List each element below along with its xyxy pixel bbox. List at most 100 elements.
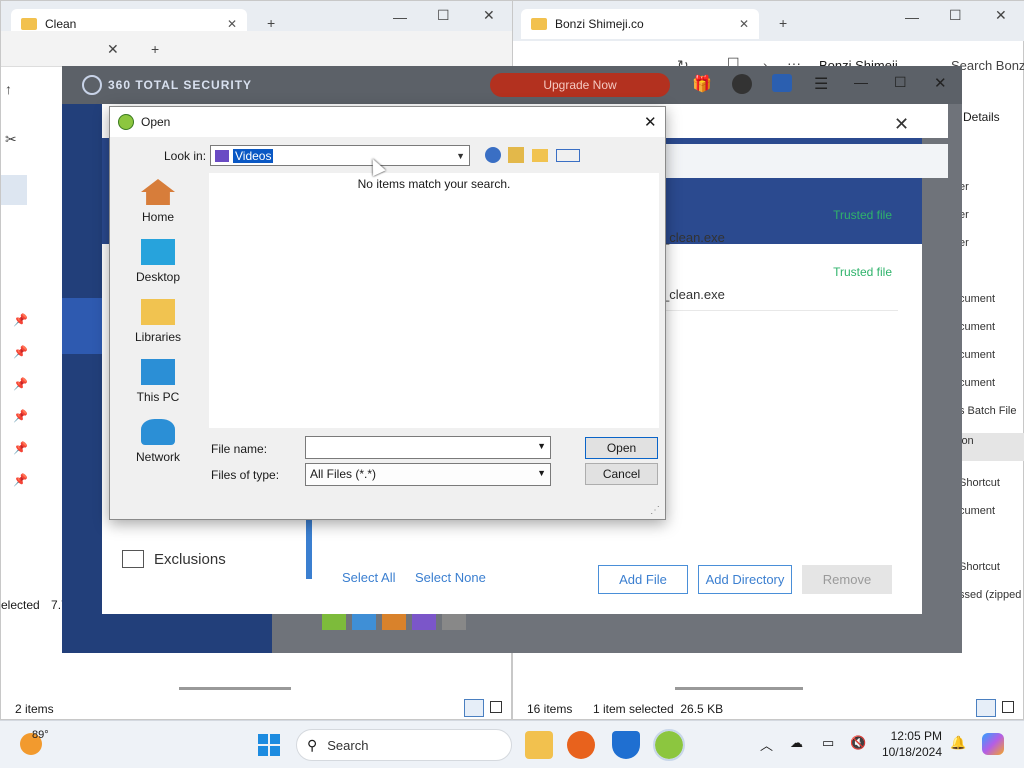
file-list-view[interactable]: No items match your search.	[209, 173, 659, 428]
nav-selected-item[interactable]	[1, 175, 27, 205]
list-item[interactable]: er	[959, 209, 1024, 237]
close-window-icon[interactable]: ✕	[934, 74, 947, 92]
new-tab-icon[interactable]: +	[267, 15, 275, 31]
app-logo-icon	[118, 114, 134, 130]
tray-tool-icon[interactable]	[412, 612, 436, 630]
pin-icon: 📌	[13, 377, 28, 391]
empty-message: No items match your search.	[357, 177, 511, 191]
select-all-link[interactable]: Select All	[342, 570, 395, 585]
upgrade-button[interactable]: Upgrade Now	[490, 73, 670, 97]
view-menu-icon[interactable]	[556, 149, 580, 162]
files-of-type-select[interactable]: All Files (*.*) ▼	[305, 463, 551, 486]
tray-tool-icon[interactable]	[352, 612, 376, 630]
resize-grip-icon[interactable]: ⋰	[650, 505, 660, 516]
file-explorer-icon[interactable]	[525, 731, 553, 759]
bell-icon[interactable]: 🔔	[950, 735, 966, 751]
details-button[interactable]: Details	[963, 110, 1000, 124]
list-item[interactable]: er	[959, 237, 1024, 293]
list-item[interactable]: Shortcut	[959, 477, 1024, 505]
list-item-selected[interactable]: ion	[959, 433, 1024, 461]
chevron-down-icon[interactable]: ▼	[537, 441, 546, 451]
list-item[interactable]: cument	[959, 293, 1024, 321]
tiles-view-icon[interactable]	[490, 701, 502, 713]
look-in-label: Look in:	[164, 149, 207, 163]
cancel-button[interactable]: Cancel	[585, 463, 658, 485]
minimize-icon[interactable]: —	[854, 74, 868, 90]
defender-icon[interactable]	[612, 731, 640, 759]
look-in-value: Videos	[233, 148, 274, 163]
firefox-icon[interactable]	[567, 731, 595, 759]
h-scrollbar[interactable]	[179, 687, 291, 690]
maximize-icon[interactable]: ☐	[894, 74, 907, 91]
close-window-icon[interactable]: ✕	[995, 7, 1007, 24]
close-icon[interactable]: ✕	[644, 113, 657, 131]
close-icon[interactable]: ✕	[894, 114, 909, 135]
tiles-view-icon[interactable]	[1002, 701, 1014, 713]
add-file-button[interactable]: Add File	[598, 565, 688, 594]
list-item[interactable]: ssed (zipped	[959, 589, 1024, 617]
up-arrow-icon[interactable]: ↑	[5, 81, 12, 97]
maximize-icon[interactable]: ☐	[949, 7, 962, 24]
360-security-icon[interactable]	[653, 729, 685, 761]
list-item[interactable]: Shortcut	[959, 561, 1024, 589]
tray-tool-icon[interactable]	[322, 612, 346, 630]
place-this-pc[interactable]: This PC	[122, 359, 194, 404]
file-name-field[interactable]: ▼	[305, 436, 551, 459]
chevron-up-icon[interactable]: ︿	[760, 735, 773, 754]
copilot-icon[interactable]	[982, 733, 1004, 755]
look-in-select[interactable]: Videos ▼	[210, 145, 470, 166]
select-none-link[interactable]: Select None	[415, 570, 486, 585]
gift-icon[interactable]: 🎁	[692, 74, 712, 94]
open-button[interactable]: Open	[585, 437, 658, 459]
cut-icon[interactable]: ✂	[5, 131, 17, 148]
list-item[interactable]: er	[959, 181, 1024, 209]
search-box[interactable]: ⚲ Search	[296, 729, 512, 761]
file-row[interactable]: Trusted file _clean.exe	[662, 208, 898, 248]
sidebar-exclusions[interactable]: Exclusions	[122, 550, 226, 568]
new-tab-icon[interactable]: +	[779, 15, 787, 31]
new-tab-icon[interactable]: +	[151, 41, 159, 57]
file-row[interactable]: Trusted file _clean.exe	[662, 265, 898, 305]
place-desktop[interactable]: Desktop	[122, 239, 194, 284]
cloud-off-icon[interactable]: ☁	[790, 735, 803, 751]
chevron-down-icon[interactable]: ▼	[537, 468, 546, 478]
list-item[interactable]: cument	[959, 505, 1024, 561]
place-libraries[interactable]: Libraries	[122, 299, 194, 344]
maximize-icon[interactable]: ☐	[437, 7, 450, 24]
new-folder-icon[interactable]	[532, 149, 548, 162]
minimize-icon[interactable]: —	[393, 9, 407, 25]
speaker-muted-icon[interactable]: 🔇	[850, 735, 866, 751]
place-network[interactable]: Network	[122, 419, 194, 464]
place-home[interactable]: Home	[122, 179, 194, 224]
up-folder-icon[interactable]	[508, 147, 524, 163]
open-dialog: Open ✕ Look in: Videos ▼ Home Desktop Li…	[109, 106, 666, 520]
chevron-down-icon[interactable]: ▼	[456, 151, 465, 161]
minimize-icon[interactable]: —	[905, 9, 919, 25]
close-icon[interactable]: ✕	[107, 41, 119, 58]
list-item[interactable]: s Batch File	[959, 405, 1024, 433]
add-directory-button[interactable]: Add Directory	[698, 565, 792, 594]
list-item[interactable]: cument	[959, 349, 1024, 377]
close-icon[interactable]: ✕	[739, 17, 749, 31]
menu-icon[interactable]: ☰	[814, 74, 828, 94]
details-view-icon[interactable]	[464, 699, 484, 717]
back-icon[interactable]	[485, 147, 501, 163]
h-scrollbar[interactable]	[675, 687, 803, 690]
list-item[interactable]: cument	[959, 377, 1024, 405]
network-icon	[141, 419, 175, 445]
weather-temp[interactable]: 89°	[32, 729, 49, 741]
tray-tool-icon[interactable]	[382, 612, 406, 630]
start-button[interactable]	[258, 734, 280, 756]
tray-tool-icon[interactable]	[442, 612, 466, 630]
monitor-icon[interactable]: ▭	[822, 735, 834, 751]
clock[interactable]: 12:05 PM 10/18/2024	[878, 728, 942, 760]
list-item[interactable]: cument	[959, 321, 1024, 349]
account-icon[interactable]	[732, 74, 752, 94]
remove-button[interactable]: Remove	[802, 565, 892, 594]
close-window-icon[interactable]: ✕	[483, 7, 495, 24]
details-view-icon[interactable]	[976, 699, 996, 717]
tab-bonzi-shimeji[interactable]: Bonzi Shimeji.co ✕	[521, 9, 759, 39]
pin-icon: 📌	[13, 345, 28, 359]
close-icon[interactable]: ✕	[227, 17, 237, 31]
shirt-icon[interactable]	[772, 74, 792, 92]
